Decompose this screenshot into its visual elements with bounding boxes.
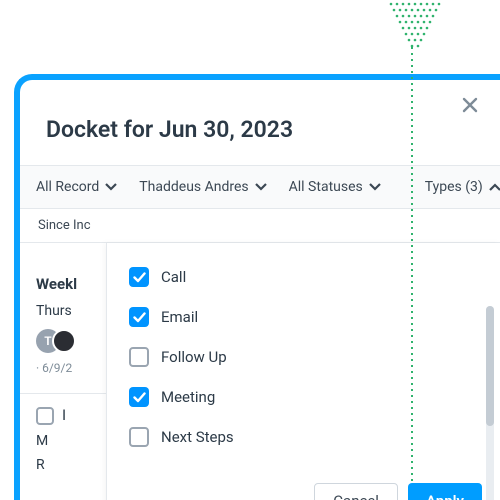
chevron-down-icon: [255, 183, 267, 191]
type-option[interactable]: Meeting: [129, 377, 500, 417]
type-option-label: Next Steps: [161, 428, 234, 446]
apply-button[interactable]: Apply: [408, 483, 482, 500]
filter-assignee-label: Thaddeus Andres: [139, 179, 248, 195]
avatar-row: T: [36, 329, 106, 353]
type-option[interactable]: Follow Up: [129, 337, 500, 377]
chevron-down-icon: [105, 183, 117, 191]
checkbox-empty-icon[interactable]: [129, 427, 149, 447]
avatar: [52, 329, 76, 353]
list-item[interactable]: I: [36, 406, 106, 425]
type-option[interactable]: Call: [129, 257, 500, 297]
type-option-label: Follow Up: [161, 348, 227, 366]
checkbox-checked-icon[interactable]: [129, 307, 149, 327]
docket-modal: Docket for Jun 30, 2023 All Record Thadd…: [14, 74, 500, 500]
since-bar: Since Inc: [20, 209, 500, 243]
scrollbar-thumb[interactable]: [486, 306, 494, 426]
types-dropdown: Call Email Follow Up Meeting Next Steps Canc…: [106, 243, 500, 500]
filter-statuses-label: All Statuses: [289, 179, 363, 195]
chevron-up-icon: [489, 183, 500, 191]
type-option-label: Email: [161, 308, 198, 326]
type-option[interactable]: Next Steps: [129, 417, 500, 457]
event-title: Weekl: [36, 275, 106, 293]
filter-records-label: All Record: [36, 179, 99, 195]
filter-records[interactable]: All Record: [36, 179, 117, 195]
filter-types-label: Types (3): [425, 179, 483, 195]
scrollbar[interactable]: [486, 306, 494, 500]
since-label: Since Inc: [38, 218, 91, 233]
chevron-down-icon: [369, 183, 381, 191]
decorative-dots: [380, 0, 450, 50]
filter-statuses[interactable]: All Statuses: [289, 179, 381, 195]
type-option-label: Meeting: [161, 388, 215, 406]
checkbox-empty-icon[interactable]: [36, 407, 54, 425]
filter-bar: All Record Thaddeus Andres All Statuses …: [20, 165, 500, 209]
list-item-line: M: [36, 433, 106, 449]
filter-types[interactable]: Types (3): [425, 179, 500, 195]
checkbox-checked-icon[interactable]: [129, 387, 149, 407]
type-option[interactable]: Email: [129, 297, 500, 337]
cancel-button[interactable]: Cancel: [314, 483, 398, 500]
list-item-line: R: [36, 457, 106, 473]
docket-list: Weekl Thurs T · 6/9/2 I M R: [20, 243, 106, 500]
event-date: · 6/9/2: [36, 361, 106, 375]
type-option-label: Call: [161, 268, 186, 286]
close-icon[interactable]: [462, 94, 478, 118]
checkbox-empty-icon[interactable]: [129, 347, 149, 367]
checkbox-checked-icon[interactable]: [129, 267, 149, 287]
modal-title: Docket for Jun 30, 2023: [20, 80, 500, 165]
filter-assignee[interactable]: Thaddeus Andres: [139, 179, 266, 195]
event-day: Thurs: [36, 303, 106, 319]
